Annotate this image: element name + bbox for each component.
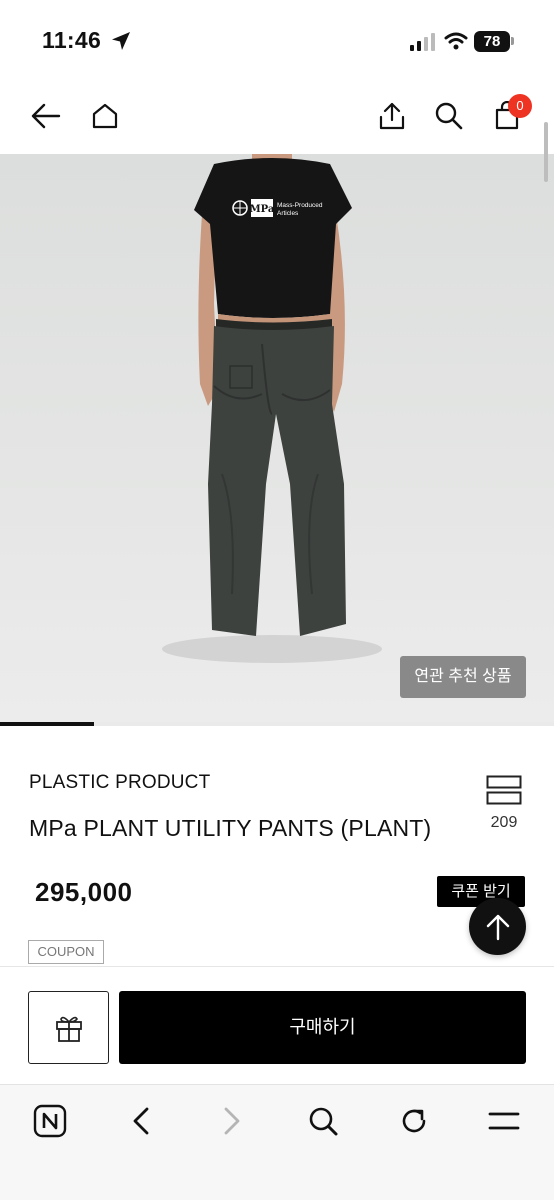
product-name: MPa PLANT UTILITY PANTS (PLANT) xyxy=(29,815,432,841)
search-icon[interactable] xyxy=(305,1103,341,1139)
reload-icon[interactable] xyxy=(396,1103,432,1139)
coupon-tag: COUPON xyxy=(28,940,104,964)
home-icon[interactable] xyxy=(89,100,121,132)
back-chevron-icon[interactable] xyxy=(123,1103,159,1139)
battery-icon: 78 xyxy=(474,31,510,52)
menu-icon[interactable] xyxy=(486,1103,522,1139)
cart-count-badge: 0 xyxy=(508,94,532,118)
shirt-print-line2: Articles xyxy=(277,210,299,217)
forward-chevron-icon xyxy=(214,1103,250,1139)
gift-button[interactable] xyxy=(28,991,109,1064)
location-arrow-icon xyxy=(110,30,132,57)
battery-cap xyxy=(511,37,514,45)
layout-toggle-icon[interactable] xyxy=(486,775,522,805)
gift-icon xyxy=(55,1016,82,1042)
browser-toolbar xyxy=(0,1084,554,1200)
image-slide-progress xyxy=(0,722,554,726)
related-products-button[interactable]: 연관 추천 상품 xyxy=(400,656,526,698)
layout-count: 209 xyxy=(490,814,518,831)
arrow-up-icon xyxy=(486,914,509,940)
product-image[interactable]: MPa Mass-Produced Articles 연관 추천 상품 xyxy=(0,154,554,724)
shirt-print-line1: Mass-Produced xyxy=(277,202,323,209)
cellular-signal-icon xyxy=(410,33,436,56)
image-slide-progress-fill xyxy=(0,722,95,726)
share-icon[interactable] xyxy=(376,100,408,132)
naver-logo-icon[interactable] xyxy=(32,1103,68,1139)
status-bar: 11:46 78 xyxy=(0,0,554,80)
search-icon[interactable] xyxy=(433,100,465,132)
scroll-to-top-button[interactable] xyxy=(469,898,526,955)
product-brand[interactable]: PLASTIC PRODUCT xyxy=(29,772,210,794)
back-arrow-icon[interactable] xyxy=(30,100,62,132)
shirt-print-logo: MPa xyxy=(250,204,275,215)
buy-button[interactable]: 구매하기 xyxy=(119,991,526,1064)
product-price: 295,000 xyxy=(35,877,133,907)
top-navigation xyxy=(0,80,554,154)
purchase-bar: 구매하기 xyxy=(0,966,554,1084)
status-time: 11:46 xyxy=(42,27,102,53)
wifi-icon xyxy=(444,31,468,56)
page-scrollbar[interactable] xyxy=(544,122,548,182)
model-illustration: MPa Mass-Produced Articles xyxy=(162,154,382,663)
